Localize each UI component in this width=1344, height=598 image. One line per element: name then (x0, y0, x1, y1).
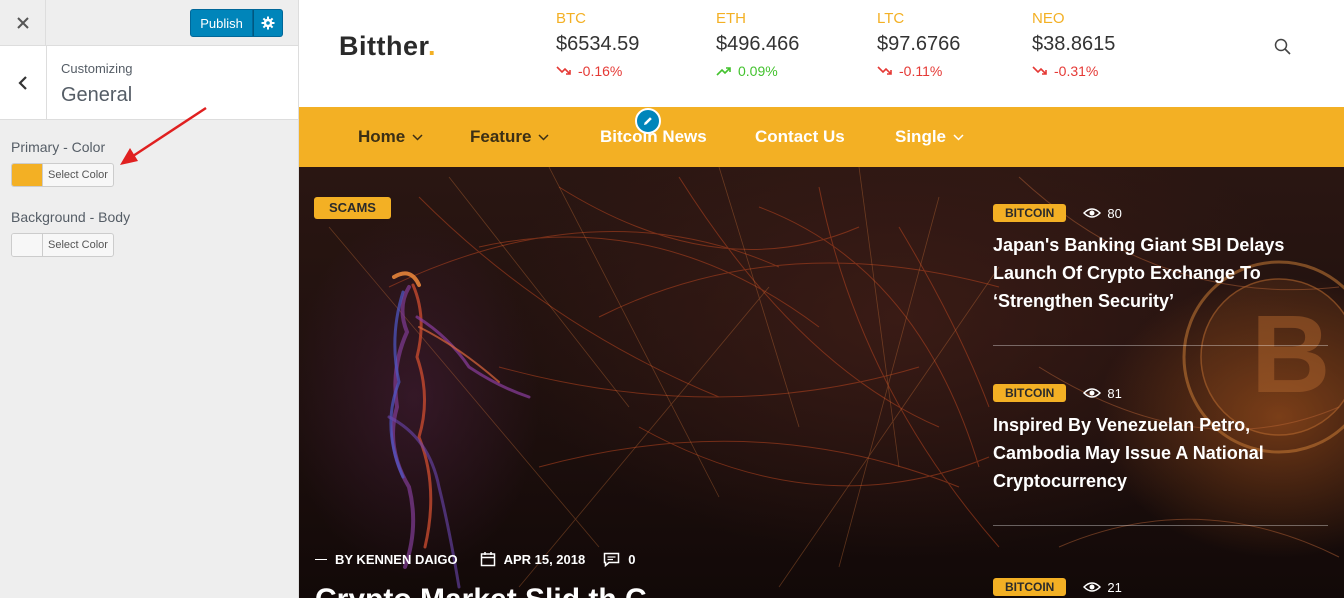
side-post[interactable]: BITCOIN 80 Japan's Banking Giant SBI Del… (993, 204, 1328, 315)
view-count-value: 21 (1107, 579, 1122, 595)
gear-icon (261, 16, 275, 30)
primary-color-label: Primary - Color (11, 139, 106, 155)
primary-color-swatch (12, 164, 43, 186)
search-icon[interactable] (1274, 38, 1292, 56)
select-color-label: Select Color (48, 169, 108, 181)
customizing-label: Customizing (61, 61, 133, 76)
ticker-price: $6534.59 (556, 33, 640, 55)
logo-dot: . (428, 31, 437, 61)
publish-group: Publish (190, 9, 283, 37)
main-nav: Home Feature Bitcoin News Contact Us Sin… (299, 107, 1344, 167)
chevron-down-icon (953, 133, 964, 141)
hero-post-title[interactable]: Crypto Market Slid th C... (315, 583, 672, 598)
ticker-btc: BTC $6534.59 -0.16% (556, 10, 639, 79)
ticker-change-value: 0.09% (738, 63, 778, 79)
divider (993, 345, 1328, 346)
trend-down-icon (556, 66, 571, 75)
comment-count: 0 (628, 551, 636, 567)
site-header: Bitther. BTC $6534.59 -0.16% ETH $496.46… (299, 0, 1344, 107)
pencil-icon (644, 117, 652, 125)
annotation-arrow-icon (120, 106, 207, 165)
chevron-down-icon (538, 133, 549, 141)
eye-icon (1083, 388, 1102, 398)
post-date: APR 15, 2018 (503, 551, 586, 567)
ticker-price: $38.8615 (1032, 33, 1116, 55)
category-tag[interactable]: SCAMS (314, 197, 391, 219)
nav-item-label: Home (358, 127, 406, 146)
ticker-change-value: -0.16% (578, 63, 623, 79)
hero-post-meta: BY KENNEN DAIGO APR 15, 2018 0 (315, 551, 635, 567)
background-body-label: Background - Body (11, 209, 131, 225)
trend-up-icon (716, 67, 731, 76)
nav-item-label: Contact Us (755, 127, 845, 146)
background-color-swatch (12, 234, 43, 256)
side-post-meta: BITCOIN 80 (993, 204, 1328, 222)
ticker-change: 0.09% (716, 63, 799, 79)
ticker-eth: ETH $496.466 0.09% (716, 10, 799, 79)
side-post[interactable]: BITCOIN 21 (993, 578, 1328, 596)
ticker-change-value: -0.31% (1054, 63, 1099, 79)
view-count-value: 81 (1107, 385, 1122, 401)
nav-item-home[interactable]: Home (358, 127, 423, 147)
ticker-neo: NEO $38.8615 -0.31% (1032, 10, 1115, 79)
primary-color-picker[interactable]: Select Color (11, 163, 114, 187)
nav-item-label: Feature (470, 127, 532, 146)
nav-item-contact-us[interactable]: Contact Us (755, 127, 845, 147)
nav-item-label: Single (895, 127, 947, 146)
nav-item-single[interactable]: Single (895, 127, 964, 147)
view-count: 21 (1083, 579, 1122, 595)
category-tag[interactable]: BITCOIN (993, 578, 1067, 596)
view-count-value: 80 (1107, 205, 1122, 221)
select-color-label: Select Color (48, 239, 108, 251)
ticker-change-value: -0.11% (899, 63, 943, 79)
side-post[interactable]: BITCOIN 81 Inspired By Venezuelan Petro,… (993, 384, 1328, 495)
comment-icon (603, 552, 620, 567)
side-post-title[interactable]: Inspired By Venezuelan Petro, Cambodia M… (993, 411, 1328, 495)
publish-button[interactable]: Publish (190, 9, 253, 37)
ticker-symbol: NEO (1032, 10, 1065, 27)
ticker-symbol: BTC (556, 10, 586, 27)
trend-down-icon (877, 66, 892, 75)
view-count: 81 (1083, 385, 1122, 401)
close-icon (16, 16, 29, 29)
eye-icon (1083, 208, 1102, 218)
ticker-symbol: ETH (716, 10, 746, 27)
edit-shortcut-button[interactable] (635, 108, 661, 134)
logo-text: Bitther (339, 31, 429, 61)
trend-down-icon (1032, 66, 1047, 75)
side-post-meta: BITCOIN 21 (993, 578, 1328, 596)
publish-settings-button[interactable] (253, 9, 283, 37)
chevron-down-icon (412, 133, 423, 141)
eye-icon (1083, 582, 1102, 592)
site-logo[interactable]: Bitther. (339, 31, 436, 62)
ticker-price: $97.6766 (877, 33, 961, 55)
category-tag[interactable]: BITCOIN (993, 204, 1067, 222)
ticker-symbol: LTC (877, 10, 905, 27)
view-count: 80 (1083, 205, 1122, 221)
side-post-meta: BITCOIN 81 (993, 384, 1328, 402)
customizer-header-bar: Publish (0, 0, 298, 46)
ticker-change: -0.16% (556, 63, 639, 79)
divider (993, 525, 1328, 526)
post-author[interactable]: BY KENNEN DAIGO (335, 552, 458, 567)
customizer-sidebar: Publish Customizing General Primary - Co… (0, 0, 299, 598)
meta-dash (315, 558, 327, 560)
side-post-title[interactable]: Japan's Banking Giant SBI Delays Launch … (993, 231, 1328, 315)
calendar-icon (480, 552, 495, 567)
background-color-picker[interactable]: Select Color (11, 233, 114, 257)
ticker-change: -0.31% (1032, 63, 1115, 79)
ticker-ltc: LTC $97.6766 -0.11% (877, 10, 960, 79)
chevron-left-icon (18, 75, 27, 90)
back-button[interactable] (0, 46, 47, 119)
site-preview: Bitther. BTC $6534.59 -0.16% ETH $496.46… (299, 0, 1344, 598)
close-customizer-button[interactable] (0, 0, 46, 45)
hero-section[interactable]: B SCAMS BITCOIN 80 Japan's Banking Giant (299, 167, 1344, 598)
category-tag[interactable]: BITCOIN (993, 384, 1067, 402)
ticker-price: $496.466 (716, 33, 800, 55)
nav-item-feature[interactable]: Feature (470, 127, 549, 147)
ticker-change: -0.11% (877, 63, 960, 79)
